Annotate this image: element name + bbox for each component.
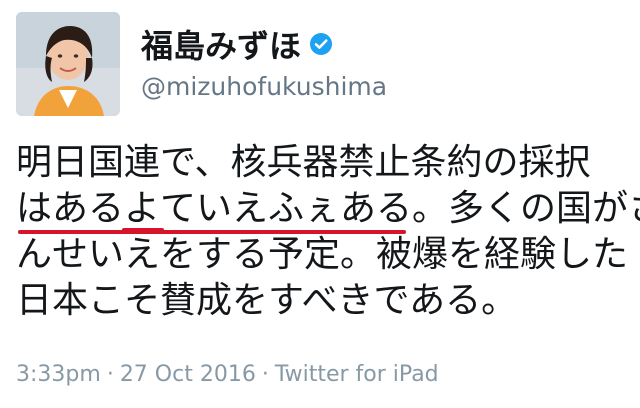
meta-separator-2: ·	[261, 362, 269, 387]
tweet-text: 明日国連で、核兵器禁止条約の採択 はあるよていえふぇある。多くの国がさ んせいえ…	[16, 140, 640, 324]
red-underline-short	[122, 228, 164, 232]
tweet-time[interactable]: 3:33pm	[16, 362, 101, 387]
tweet-line-3: んせいえをする予定。被爆を経験した	[16, 228, 629, 278]
verified-badge-icon	[309, 32, 333, 56]
name-row: 福島みずほ	[141, 22, 387, 66]
display-name[interactable]: 福島みずほ	[141, 21, 301, 67]
tweet-line-1: 明日国連で、核兵器禁止条約の採択	[16, 142, 591, 183]
avatar-image	[16, 12, 120, 116]
tweet-line-2-text: はあるよていえふぇある。多くの国がさ	[16, 188, 640, 229]
user-handle[interactable]: @mizuhofukushima	[141, 72, 387, 101]
tweet-line-4: 日本こそ賛成をすべきである。	[16, 280, 518, 321]
tweet-meta: 3:33pm · 27 Oct 2016 · Twitter for iPad	[16, 362, 439, 387]
tweet-source[interactable]: Twitter for iPad	[275, 362, 439, 387]
meta-separator-1: ·	[106, 362, 114, 387]
tweet-date[interactable]: 27 Oct 2016	[120, 362, 256, 387]
tweet-header: 福島みずほ @mizuhofukushima	[141, 22, 387, 112]
avatar[interactable]	[16, 12, 120, 116]
tweet-line-3-text: んせいえをする予定。被爆を経験した	[16, 234, 629, 275]
tweet-line-2: はあるよていえふぇある。多くの国がさ	[16, 186, 640, 234]
tweet-card: 福島みずほ @mizuhofukushima 明日国連で、核兵器禁止条約の採択 …	[0, 0, 640, 408]
